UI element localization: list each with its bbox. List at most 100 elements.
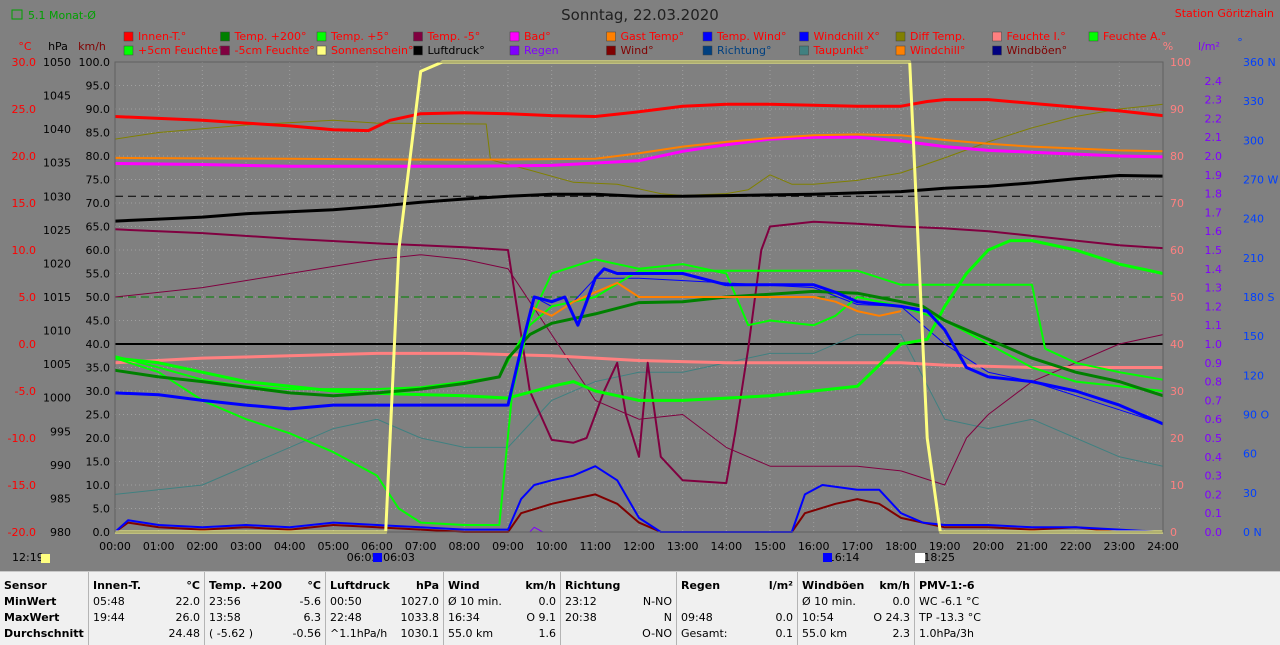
table-row: Durchschnitt (4, 626, 84, 642)
table-header: Luftdruck hPa (330, 578, 439, 594)
table-header: Wind km/h (448, 578, 556, 594)
cell-label: WC -6.1 °C (919, 595, 980, 608)
temp-tick-label: -10.0 (8, 432, 36, 445)
temp-unit: °C (18, 40, 32, 53)
wind-tick-label: 85.0 (86, 127, 111, 140)
cell-label: MinWert (4, 595, 57, 608)
wind-tick-label: 80.0 (86, 150, 111, 163)
direction-tick-label: 150 (1243, 330, 1264, 343)
wind-tick-label: 45.0 (86, 315, 111, 328)
x-tick-label: 01:00 (143, 540, 175, 553)
table-row: 16:34 O 9.1 (448, 610, 556, 626)
cell-label: 00:50 (330, 595, 362, 608)
rain-tick-label: 2.3 (1205, 94, 1223, 107)
rain-tick-label: 1.3 (1205, 282, 1223, 295)
table-row: O-NO (565, 626, 672, 642)
pressure-tick-label: 1045 (43, 90, 71, 103)
legend-item[interactable]: Regen (509, 44, 559, 57)
legend-item[interactable]: Sonnenschein° (316, 44, 413, 57)
legend-swatch (413, 31, 423, 42)
legend-swatch (413, 45, 423, 56)
x-tick-label: 00:00 (99, 540, 131, 553)
temp-tick-label: -15.0 (8, 479, 36, 492)
temp-tick-label: 0.0 (19, 338, 37, 351)
rain-tick-label: 1.1 (1205, 319, 1223, 332)
table-header: Innen-T. °C (93, 578, 200, 594)
table-row: 55.0 km 2.3 (802, 626, 910, 642)
x-tick-label: 23:00 (1103, 540, 1135, 553)
pressure-tick-label: 1020 (43, 257, 71, 270)
temp-tick-label: 30.0 (12, 56, 37, 69)
rain-tick-label: 2.1 (1205, 131, 1223, 144)
rain-tick-label: 0.3 (1205, 470, 1223, 483)
rain-tick-label: 0.8 (1205, 376, 1223, 389)
column-title: Richtung (565, 579, 621, 592)
cell-label: 13:58 (209, 611, 241, 624)
column-title: Temp. +200 (209, 579, 283, 592)
legend-label: Temp. +5° (330, 30, 389, 43)
rain-tick-label: 1.6 (1205, 225, 1223, 238)
pressure-tick-label: 990 (50, 459, 71, 472)
temp-tick-label: 20.0 (12, 150, 37, 163)
pressure-tick-label: 1015 (43, 291, 71, 304)
wind-tick-label: 20.0 (86, 432, 111, 445)
direction-tick-label: 60 (1243, 448, 1257, 461)
x-tick-label: 13:00 (667, 540, 699, 553)
percent-tick-label: 90 (1170, 103, 1184, 116)
cell-label: ^1.1hPa/h (330, 627, 388, 640)
legend-item[interactable]: -5cm Feuchte° (220, 44, 315, 57)
percent-unit: % (1163, 40, 1173, 53)
rain-tick-label: 0.6 (1205, 413, 1223, 426)
x-tick-label: 24:00 (1147, 540, 1179, 553)
legend-label: Diff Temp. (910, 30, 965, 43)
temp-tick-label: -20.0 (8, 526, 36, 539)
legend-swatch (509, 31, 520, 42)
percent-tick-label: 70 (1170, 197, 1184, 210)
cell-label: Ø 10 min. (448, 595, 502, 608)
cell-value: -5.6 (299, 595, 321, 608)
wind-tick-label: 75.0 (86, 174, 111, 187)
legend-label: Windchill° (910, 44, 965, 57)
direction-tick-label: 210 (1243, 252, 1264, 265)
column-title: PMV-1:-6 (919, 579, 975, 592)
table-row: MaxWert (4, 610, 84, 626)
legend-label: Windböen° (1007, 44, 1068, 57)
legend-label: Regen (524, 44, 559, 57)
table-column: Wind km/h Ø 10 min. 0.0 16:34 O 9.1 55.0 km 1.6 (443, 572, 560, 645)
table-row: 09:48 0.0 (681, 610, 793, 626)
cell-value: 1033.8 (400, 611, 440, 624)
cell-value: N (663, 611, 672, 624)
x-tick-label: 21:00 (1016, 540, 1048, 553)
table-row: 20:38 N (565, 610, 672, 626)
chart-legend[interactable]: Innen-T.° Temp. +200° Temp. +5° Temp. -5° Ba… (123, 30, 1166, 57)
rain-tick-label: 1.9 (1205, 169, 1223, 182)
x-tick-label: 14:00 (710, 540, 742, 553)
x-tick-label: 11:00 (579, 540, 611, 553)
legend-item[interactable]: +5cm Feuchte° (123, 44, 224, 57)
legend-swatch (992, 31, 1002, 42)
column-unit: °C (307, 579, 321, 592)
rain-tick-label: 0.0 (1205, 526, 1223, 539)
temp-tick-label: -5.0 (15, 385, 36, 398)
table-row: 55.0 km 1.6 (448, 626, 556, 642)
table-row: MinWert (4, 594, 84, 610)
legend-label: +5cm Feuchte° (138, 44, 224, 57)
percent-tick-label: 80 (1170, 150, 1184, 163)
column-title: Innen-T. (93, 579, 142, 592)
table-column: Regen l/m² 09:48 0.0 Gesamt: 0.1 (676, 572, 797, 645)
column-unit: km/h (525, 579, 556, 592)
direction-tick-label: 240 (1243, 213, 1264, 226)
pressure-tick-label: 1000 (43, 392, 71, 405)
cell-label: Durchschnitt (4, 627, 84, 640)
rain-tick-label: 0.4 (1205, 451, 1223, 464)
marker-label: 16:14 (828, 551, 860, 564)
table-row: Ø 10 min. 0.0 (448, 594, 556, 610)
legend-item[interactable]: Wind° (606, 44, 654, 57)
percent-tick-label: 60 (1170, 244, 1184, 257)
x-tick-label: 10:00 (536, 540, 568, 553)
rain-tick-label: 1.5 (1205, 244, 1223, 257)
toggle-label[interactable]: 5.1 Monat-Ø (28, 9, 96, 22)
legend-swatch (799, 31, 809, 42)
table-header: Richtung (565, 578, 672, 594)
legend-item[interactable]: Bad° (509, 30, 551, 43)
